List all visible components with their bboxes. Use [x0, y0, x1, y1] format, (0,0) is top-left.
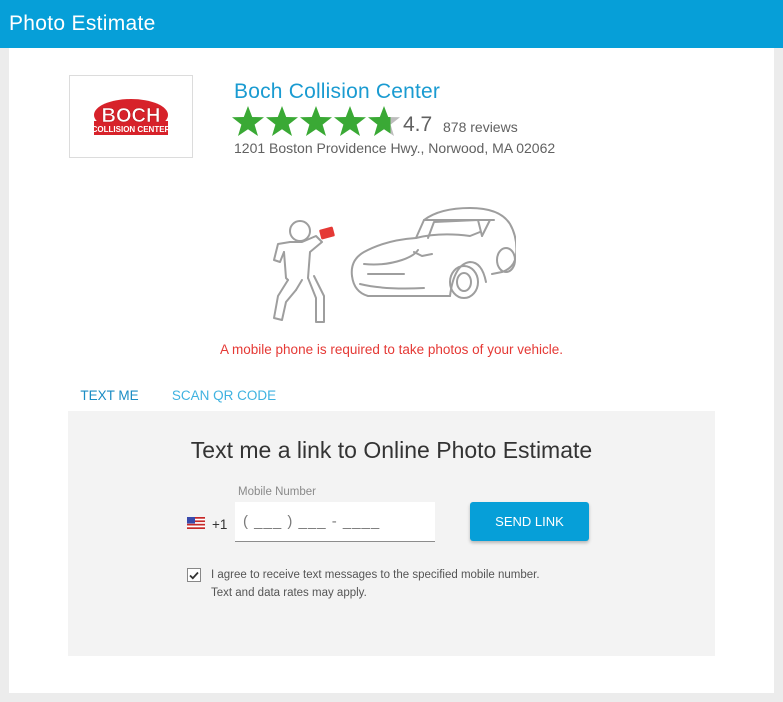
send-link-button[interactable]: SEND LINK	[470, 502, 589, 541]
consent-line-2: Text and data rates may apply.	[211, 587, 367, 599]
star-icon	[266, 106, 298, 136]
review-count-link[interactable]: 878 reviews	[443, 119, 518, 135]
tab-scan-qr-code[interactable]: SCAN QR CODE	[169, 388, 279, 411]
logo-bottom-words: COLLISION CENTER	[92, 125, 171, 134]
star-rating	[231, 105, 403, 139]
consent-line-1: I agree to receive text messages to the …	[211, 569, 540, 581]
person-photographing-car-illustration	[273, 207, 516, 323]
us-flag-icon[interactable]	[187, 517, 205, 529]
tab-text-me[interactable]: TEXT ME	[68, 388, 151, 413]
mobile-required-notice: A mobile phone is required to take photo…	[220, 342, 563, 357]
star-icon	[232, 106, 264, 136]
star-icon	[300, 106, 332, 136]
main-card: BOCH COLLISION CENTER Boch Collision Cen…	[9, 48, 774, 693]
app-title-bar: Photo Estimate	[0, 0, 783, 48]
logo-top-word: BOCH	[102, 105, 161, 127]
consent-checkbox[interactable]	[187, 568, 201, 582]
rating-value: 4.7	[403, 113, 433, 136]
star-icon-group	[232, 106, 400, 136]
mobile-number-input[interactable]	[235, 502, 435, 542]
page-title: Photo Estimate	[9, 12, 156, 35]
mobile-number-label: Mobile Number	[238, 486, 316, 498]
star-icon	[368, 106, 400, 136]
text-me-panel: Text me a link to Online Photo Estimate …	[68, 411, 715, 656]
panel-heading: Text me a link to Online Photo Estimate	[190, 437, 593, 463]
business-name: Boch Collision Center	[234, 80, 441, 103]
business-logo: BOCH COLLISION CENTER	[69, 75, 193, 158]
consent-text: I agree to receive text messages to the …	[211, 566, 540, 602]
business-address: 1201 Boston Providence Hwy., Norwood, MA…	[234, 140, 556, 156]
boch-logo-graphic: BOCH COLLISION CENTER	[92, 99, 171, 135]
checkmark-icon	[189, 571, 199, 579]
country-code: +1	[212, 517, 228, 532]
star-icon	[334, 106, 366, 136]
